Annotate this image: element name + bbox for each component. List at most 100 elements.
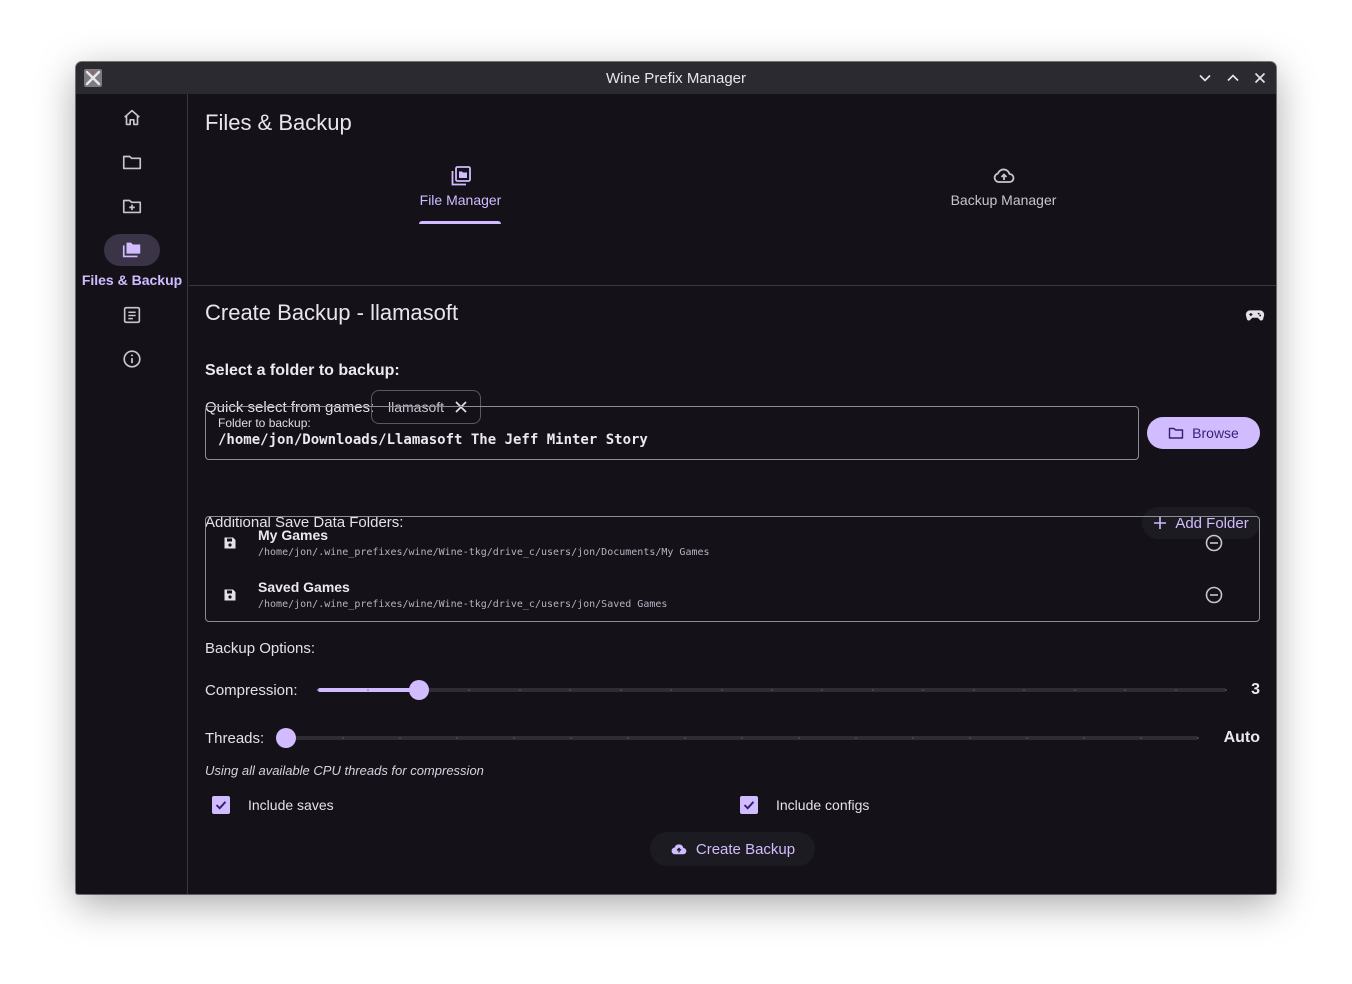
slider-tick bbox=[684, 737, 686, 739]
backup-options-label: Backup Options: bbox=[205, 640, 316, 657]
select-folder-heading: Select a folder to backup: bbox=[205, 362, 400, 379]
checkmark-icon bbox=[215, 801, 227, 810]
slider-tick bbox=[670, 689, 673, 691]
nav-item-files-backup[interactable]: Files & Backup bbox=[76, 234, 188, 288]
slider-tick bbox=[741, 737, 743, 739]
close-button[interactable] bbox=[1250, 68, 1270, 88]
cloud-upload-icon bbox=[993, 168, 1014, 183]
compression-slider[interactable] bbox=[317, 688, 1227, 692]
slider-tick bbox=[1197, 737, 1199, 739]
folder-to-backup-field[interactable]: Folder to backup: /home/jon/Downloads/Ll… bbox=[205, 406, 1139, 460]
list-icon bbox=[123, 306, 141, 324]
backup-title: Create Backup - llamasoft bbox=[205, 300, 459, 325]
remove-circle-icon[interactable] bbox=[1204, 533, 1224, 553]
chevron-down-icon bbox=[1199, 74, 1211, 82]
browse-button[interactable]: Browse bbox=[1147, 417, 1260, 449]
include-saves-label: Include saves bbox=[248, 797, 334, 813]
nav-item-logs[interactable] bbox=[76, 299, 188, 331]
slider-tick bbox=[468, 689, 471, 691]
create-folder-icon bbox=[122, 199, 142, 214]
folder-name: Saved Games bbox=[258, 579, 350, 595]
folder-icon bbox=[122, 155, 142, 170]
slider-tick bbox=[1124, 689, 1127, 691]
page-title: Files & Backup bbox=[205, 110, 352, 135]
nav-item-create-prefix[interactable] bbox=[76, 190, 188, 222]
folder-path: /home/jon/.wine_prefixes/wine/Wine-tkg/d… bbox=[258, 547, 710, 558]
include-configs-label: Include configs bbox=[776, 797, 870, 813]
slider-tick bbox=[969, 737, 971, 739]
window-title: Wine Prefix Manager bbox=[605, 69, 747, 87]
slider-tick bbox=[798, 737, 800, 739]
slider-tick bbox=[720, 689, 723, 691]
include-configs-checkbox[interactable]: Include configs bbox=[740, 796, 869, 814]
home-icon bbox=[124, 109, 140, 126]
slider-tick bbox=[922, 689, 925, 691]
threads-value: Auto bbox=[1223, 729, 1260, 746]
slider-tick bbox=[1174, 689, 1177, 691]
threads-label: Threads: bbox=[205, 730, 265, 747]
browse-label: Browse bbox=[1192, 425, 1239, 441]
slider-tick bbox=[912, 737, 914, 739]
slider-tick bbox=[1225, 689, 1227, 691]
nav-item-prefixes[interactable] bbox=[76, 146, 188, 178]
slider-tick bbox=[1073, 689, 1076, 691]
slider-tick bbox=[972, 689, 975, 691]
folder-field-label: Folder to backup: bbox=[218, 416, 311, 430]
maximize-button[interactable] bbox=[1223, 68, 1243, 88]
folder-name: My Games bbox=[258, 527, 329, 543]
compression-slider-thumb[interactable] bbox=[408, 680, 429, 700]
tab-bar: File Manager Backup Manager bbox=[189, 156, 1276, 286]
slider-tick bbox=[342, 737, 344, 739]
navigation-rail: Files & Backup bbox=[76, 94, 188, 894]
gamepad-icon bbox=[1245, 310, 1265, 321]
slider-tick bbox=[1140, 737, 1142, 739]
title-bar[interactable]: Wine Prefix Manager bbox=[76, 62, 1276, 94]
tab-file-manager[interactable]: File Manager bbox=[189, 156, 732, 224]
slider-tick bbox=[1083, 737, 1085, 739]
compression-value: 3 bbox=[1251, 681, 1260, 698]
slider-tick bbox=[1026, 737, 1028, 739]
files-backup-icon bbox=[122, 242, 141, 258]
nav-item-home[interactable] bbox=[76, 102, 188, 134]
create-backup-label: Create Backup bbox=[695, 840, 796, 858]
slider-tick bbox=[513, 737, 515, 739]
main-content: Files & Backup File Manager Backup Manag… bbox=[189, 94, 1276, 894]
folder-path: /home/jon/.wine_prefixes/wine/Wine-tkg/d… bbox=[258, 599, 668, 610]
slider-tick bbox=[821, 689, 824, 691]
slider-tick bbox=[518, 689, 521, 691]
tab-backup-manager[interactable]: Backup Manager bbox=[732, 156, 1275, 224]
remove-circle-icon[interactable] bbox=[1204, 585, 1224, 605]
folder-icon bbox=[1168, 427, 1184, 439]
slider-tick bbox=[317, 689, 319, 691]
slider-tick bbox=[855, 737, 857, 739]
compression-label: Compression: bbox=[205, 682, 298, 699]
slider-tick bbox=[399, 737, 401, 739]
slider-tick bbox=[570, 737, 572, 739]
slider-tick bbox=[871, 689, 874, 691]
list-item: My Games /home/jon/.wine_prefixes/wine/W… bbox=[206, 517, 1259, 569]
create-backup-button[interactable]: Create Backup bbox=[650, 832, 815, 866]
nav-item-about[interactable] bbox=[76, 343, 188, 375]
list-item: Saved Games /home/jon/.wine_prefixes/win… bbox=[206, 569, 1259, 621]
save-icon bbox=[224, 537, 236, 549]
slider-tick bbox=[1023, 689, 1026, 691]
chevron-up-icon bbox=[1227, 74, 1239, 82]
nav-item-label: Files & Backup bbox=[81, 272, 183, 288]
slider-tick bbox=[619, 689, 622, 691]
save-icon bbox=[224, 589, 236, 601]
tab-label: Backup Manager bbox=[950, 192, 1057, 208]
threads-slider-thumb[interactable] bbox=[276, 728, 296, 748]
include-saves-checkbox[interactable]: Include saves bbox=[212, 796, 334, 814]
save-folder-list: My Games /home/jon/.wine_prefixes/wine/W… bbox=[205, 516, 1260, 622]
minimize-button[interactable] bbox=[1195, 68, 1215, 88]
threads-slider[interactable] bbox=[285, 736, 1199, 740]
threads-hint: Using all available CPU threads for comp… bbox=[205, 763, 484, 778]
slider-tick bbox=[456, 737, 458, 739]
info-icon bbox=[123, 350, 141, 368]
library-icon bbox=[451, 166, 471, 186]
close-icon bbox=[1254, 72, 1266, 84]
tabs-divider bbox=[189, 285, 1276, 286]
active-tab-indicator bbox=[419, 221, 501, 224]
app-logo-icon bbox=[84, 69, 102, 87]
folder-field-value[interactable]: /home/jon/Downloads/Llamasoft The Jeff M… bbox=[218, 432, 1126, 448]
